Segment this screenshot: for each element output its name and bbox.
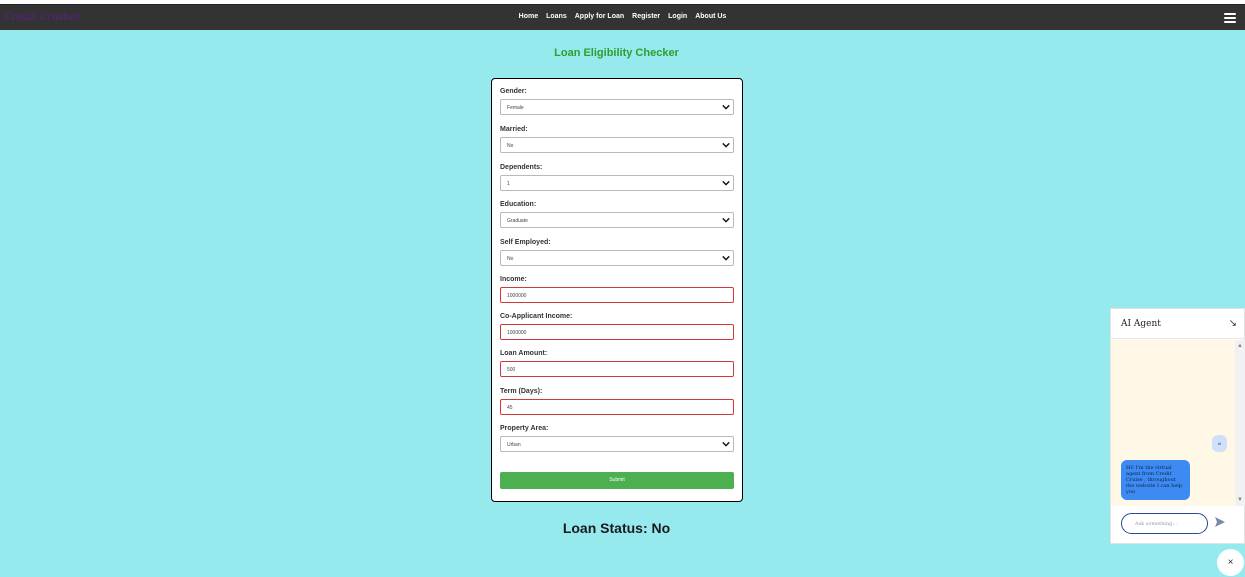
chevron-down-icon <box>722 441 730 447</box>
self-employed-value: No <box>507 256 514 262</box>
term-days-value: 45 <box>507 405 513 411</box>
co-applicant-income-field: Co-Applicant Income: 1000000 <box>500 313 734 340</box>
dependents-select[interactable]: 1 <box>500 175 734 191</box>
co-applicant-income-label: Co-Applicant Income: <box>500 313 573 320</box>
send-icon[interactable] <box>1214 516 1226 528</box>
loan-amount-value: 500 <box>507 367 516 373</box>
hamburger-menu-icon[interactable] <box>1224 13 1236 23</box>
user-message-bubble: hi <box>1211 435 1227 452</box>
chat-title: AI Agent <box>1121 319 1161 329</box>
property-area-value: Urban <box>507 442 521 448</box>
married-label: Married: <box>500 126 528 133</box>
education-field: Education: Graduate <box>500 201 734 228</box>
income-input[interactable]: 1000000 <box>500 287 734 303</box>
dependents-value: 1 <box>507 181 510 187</box>
property-area-select[interactable]: Urban <box>500 436 734 452</box>
chevron-down-icon <box>722 104 730 110</box>
chevron-down-icon <box>722 142 730 148</box>
chat-messages: hi Hi! I'm the virtual agent from Credit… <box>1111 340 1235 506</box>
loan-form: Gender: Female Married: No Dependents: 1… <box>491 78 743 502</box>
close-chat-button[interactable]: × <box>1217 549 1244 576</box>
chevron-down-icon <box>722 255 730 261</box>
dependents-label: Dependents: <box>500 164 543 171</box>
married-value: No <box>507 143 514 149</box>
loan-amount-input[interactable]: 500 <box>500 361 734 377</box>
education-value: Graduate <box>507 218 528 224</box>
gender-select[interactable]: Female <box>500 99 734 115</box>
gender-label: Gender: <box>500 88 527 95</box>
chevron-down-icon <box>722 180 730 186</box>
nav-link-login[interactable]: Login <box>668 13 687 20</box>
loan-status: Loan Status: No <box>562 520 671 536</box>
navbar: Credit Crusher Home Loans Apply for Loan… <box>0 4 1245 30</box>
term-days-field: Term (Days): 45 <box>500 388 734 415</box>
minimize-icon[interactable]: ↘ <box>1229 318 1237 329</box>
income-field: Income: 1000000 <box>500 276 734 303</box>
bot-message-bubble: Hi! I'm the virtual agent from Credit Cr… <box>1121 460 1190 500</box>
married-select[interactable]: No <box>500 137 734 153</box>
loan-amount-field: Loan Amount: 500 <box>500 350 734 377</box>
submit-button[interactable]: Submit <box>500 472 734 489</box>
property-area-label: Property Area: <box>500 425 549 432</box>
education-label: Education: <box>500 201 537 208</box>
chat-widget: AI Agent ↘ hi Hi! I'm the virtual agent … <box>1110 308 1245 544</box>
chat-scrollbar[interactable]: ▲ ▼ <box>1235 340 1245 506</box>
gender-value: Female <box>507 105 524 111</box>
dependents-field: Dependents: 1 <box>500 164 734 191</box>
chat-input[interactable]: Ask something... <box>1121 513 1208 534</box>
chevron-down-icon <box>722 217 730 223</box>
nav-link-loans[interactable]: Loans <box>546 13 567 20</box>
property-area-field: Property Area: Urban <box>500 425 734 452</box>
self-employed-label: Self Employed: <box>500 239 551 246</box>
chat-header: AI Agent ↘ <box>1111 309 1245 339</box>
income-label: Income: <box>500 276 527 283</box>
income-value: 1000000 <box>507 293 527 299</box>
self-employed-select[interactable]: No <box>500 250 734 266</box>
co-applicant-income-input[interactable]: 1000000 <box>500 324 734 340</box>
education-select[interactable]: Graduate <box>500 212 734 228</box>
nav-link-apply-for-loan[interactable]: Apply for Loan <box>575 13 624 20</box>
term-days-input[interactable]: 45 <box>500 399 734 415</box>
loan-amount-label: Loan Amount: <box>500 350 548 357</box>
nav-link-about-us[interactable]: About Us <box>695 13 726 20</box>
nav-links: Home Loans Apply for Loan Register Login… <box>0 13 1245 20</box>
page-title: Loan Eligibility Checker <box>554 47 679 59</box>
nav-link-register[interactable]: Register <box>632 13 660 20</box>
gender-field: Gender: Female <box>500 88 734 115</box>
scroll-down-arrow-icon[interactable]: ▼ <box>1237 497 1243 503</box>
married-field: Married: No <box>500 126 734 153</box>
co-applicant-income-value: 1000000 <box>507 330 527 336</box>
nav-link-home[interactable]: Home <box>519 13 538 20</box>
term-days-label: Term (Days): <box>500 388 543 395</box>
self-employed-field: Self Employed: No <box>500 239 734 266</box>
scroll-up-arrow-icon[interactable]: ▲ <box>1237 343 1243 349</box>
